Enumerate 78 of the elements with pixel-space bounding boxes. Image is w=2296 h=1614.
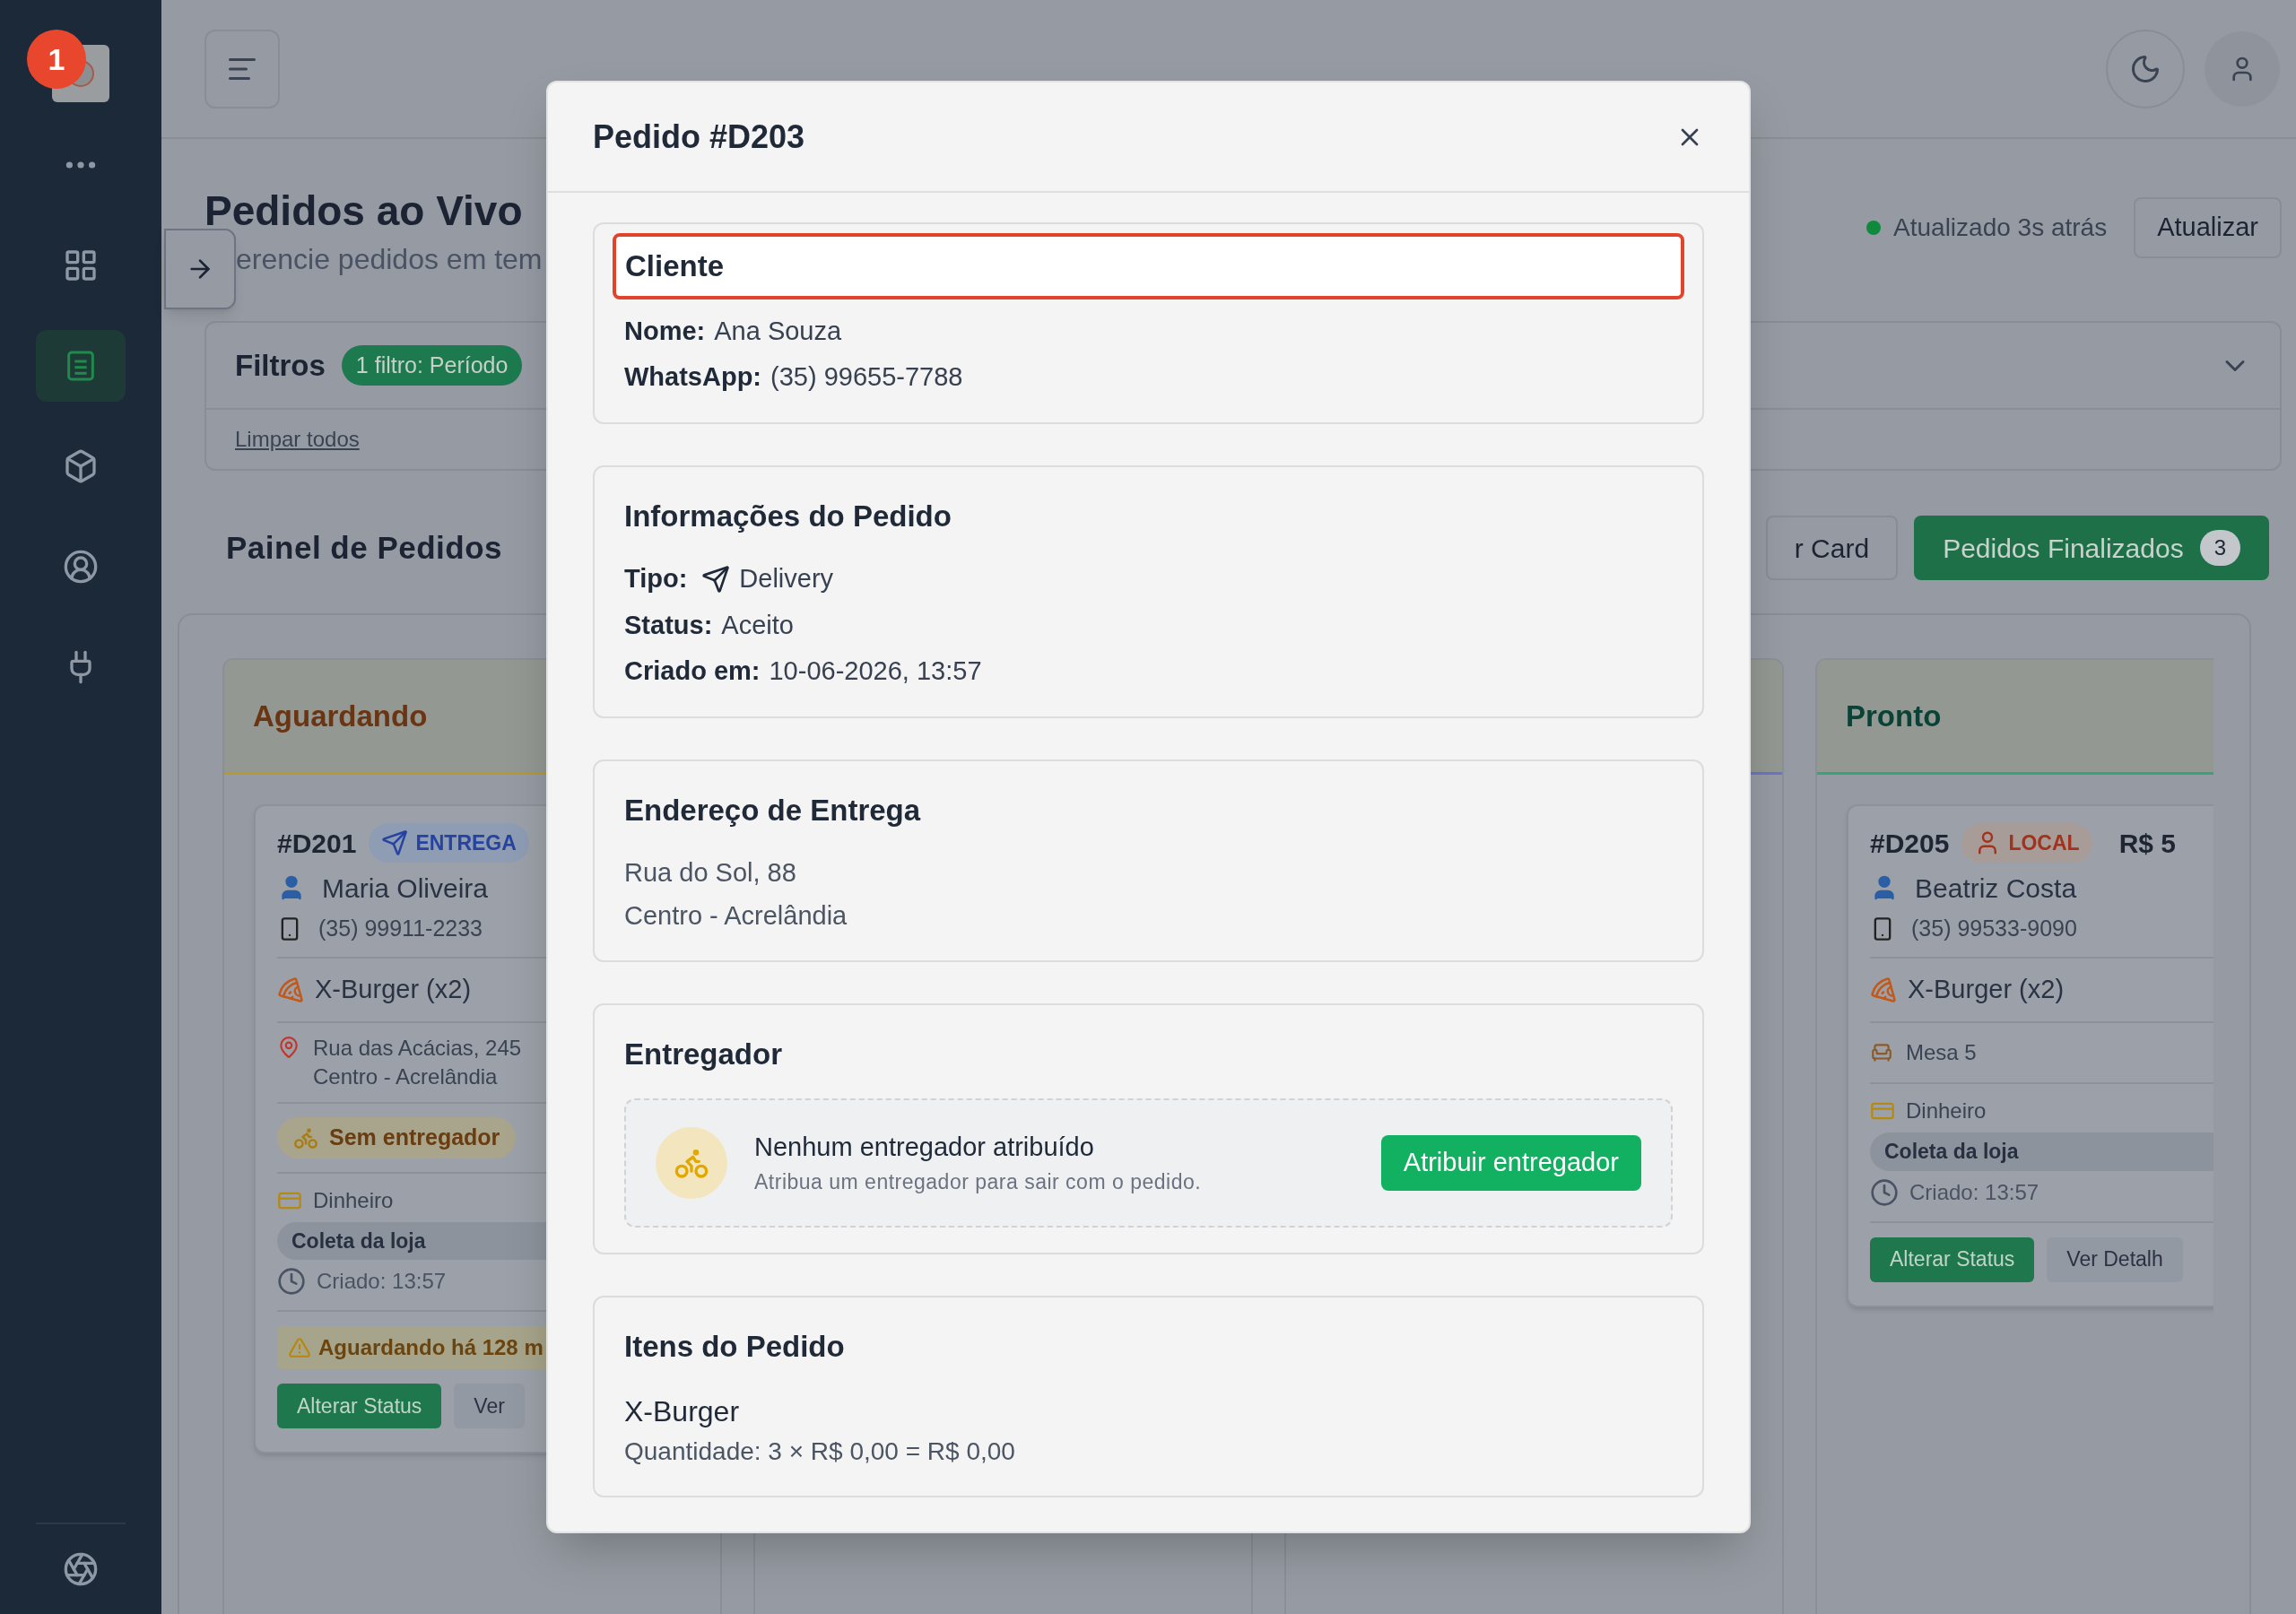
field-label: Criado em:	[624, 655, 761, 687]
address-line: Centro - Acrelândia	[313, 1063, 499, 1090]
order-type-badge: ENTREGA	[369, 822, 529, 863]
menu-button[interactable]	[204, 29, 280, 108]
courier-empty-title: Nenhum entregador atribuído	[754, 1131, 1095, 1163]
pickup-label: Coleta da loja	[1870, 1132, 2213, 1171]
chair-icon	[1870, 1041, 1893, 1064]
order-total: R$ 5	[2118, 827, 2176, 860]
filters-title: Filtros	[235, 347, 326, 384]
filter-count-badge: 1 filtro: Período	[341, 344, 523, 386]
order-item: X-Burger (x2)	[315, 974, 472, 1006]
more-icon	[65, 159, 97, 171]
address-line: Rua do Sol, 88	[624, 857, 797, 889]
pizza-icon	[1870, 976, 1897, 1003]
field-value: 10-06-2026, 13:57	[769, 655, 982, 687]
details-button[interactable]: Ver	[454, 1384, 525, 1428]
aperture-icon[interactable]	[63, 1551, 99, 1587]
refresh-button[interactable]: Atualizar	[2134, 197, 2282, 258]
courier-empty-hint: Atribua um entregador para sair com o pedido.	[754, 1169, 1202, 1195]
field-label: Tipo:	[624, 563, 688, 594]
customer-phone: (35) 99533-9090	[1911, 915, 2077, 943]
wait-alert-text: Aguardando há 128 m	[318, 1334, 544, 1361]
finished-orders-button[interactable]: Pedidos Finalizados 3	[1914, 516, 2269, 580]
assign-courier-button[interactable]: Atribuir entregador	[1380, 1134, 1641, 1191]
address-line: Rua das Acácias, 245	[313, 1035, 522, 1062]
field-label: Status:	[624, 609, 713, 641]
section-title: Informações do Pedido	[624, 498, 952, 534]
table-number: Mesa 5	[1906, 1039, 1977, 1066]
section-title: Entregador	[624, 1037, 784, 1072]
section-title: Cliente	[625, 249, 725, 282]
update-status: Atualizado 3s atrás	[1893, 213, 2108, 243]
details-button[interactable]: Ver Detalh	[2047, 1237, 2183, 1282]
count-badge: 3	[2199, 530, 2240, 566]
change-status-button[interactable]: Alterar Status	[1870, 1237, 2035, 1282]
item-name: X-Burger	[624, 1394, 741, 1429]
sidebar-item[interactable]	[36, 330, 126, 402]
card-button[interactable]: r Card	[1765, 516, 1899, 580]
order-type-badge: LOCAL	[1961, 822, 2092, 863]
created-time: Criado: 13:57	[317, 1268, 447, 1295]
field-value: Ana Souza	[714, 315, 842, 347]
field-label: WhatsApp:	[624, 361, 762, 393]
pin-icon	[277, 1036, 300, 1059]
order-id: #D205	[1870, 827, 1950, 860]
dialog-title: Pedido #D203	[593, 117, 805, 157]
send-icon	[381, 829, 409, 856]
customer-name: Maria Oliveira	[322, 872, 489, 905]
section-title: Endereço de Entrega	[624, 792, 922, 829]
grid-icon	[63, 247, 99, 283]
payment-method: Dinheiro	[313, 1186, 394, 1214]
courier-status: Sem entregador	[277, 1117, 517, 1158]
created-time: Criado: 13:57	[1909, 1178, 2039, 1206]
field-value: Aceito	[721, 609, 794, 641]
field-value: Delivery	[739, 563, 834, 594]
order-id: #D201	[277, 827, 357, 860]
pizza-icon	[277, 976, 304, 1003]
clock-icon	[1870, 1177, 1899, 1207]
field-value: (35) 99655-7788	[770, 361, 963, 393]
field-label: Nome:	[624, 315, 706, 347]
address-line: Centro - Acrelândia	[624, 899, 848, 932]
page-subtitle: erencie pedidos em tem	[236, 242, 543, 277]
item-detail: Quantidade: 3 × R$ 0,00 = R$ 0,00	[624, 1436, 1016, 1467]
board-title: Painel de Pedidos	[226, 528, 503, 567]
customer-name: Beatriz Costa	[1915, 872, 2077, 905]
cube-icon	[63, 448, 99, 484]
column-title: Aguardando	[253, 698, 428, 734]
dark-mode-button[interactable]	[2106, 29, 2185, 108]
clock-icon	[277, 1267, 306, 1296]
column-title: Pronto	[1846, 698, 1942, 734]
user-circle-icon	[63, 549, 99, 585]
clear-filters-link[interactable]: Limpar todos	[235, 423, 360, 456]
number-badge: 1	[27, 30, 86, 89]
section-title: Itens do Pedido	[624, 1328, 846, 1365]
payment-method: Dinheiro	[1906, 1098, 1987, 1124]
page-title: Pedidos ao Vivo	[204, 187, 524, 236]
warning-icon	[288, 1336, 311, 1359]
customer-phone: (35) 99911-2233	[318, 915, 483, 943]
change-status-button[interactable]: Alterar Status	[277, 1384, 442, 1428]
order-item: X-Burger (x2)	[1908, 974, 2065, 1006]
